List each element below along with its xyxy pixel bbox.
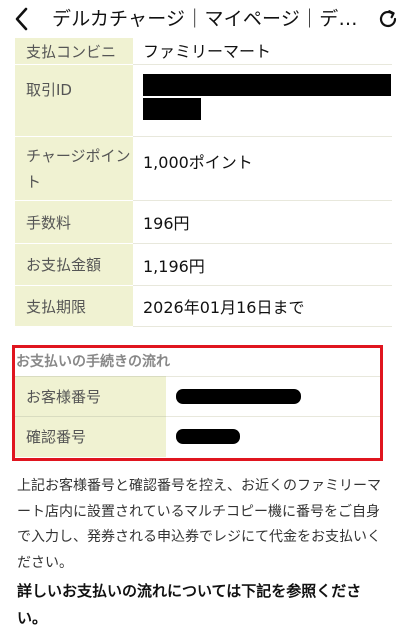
row-label: チャージポイント xyxy=(15,136,133,201)
confirmation-number-value xyxy=(166,416,380,457)
charge-details-table: 支払コンビニ ファミリーマート 取引ID チャージポイント 1,000ポイント … xyxy=(15,38,392,327)
row-label: 取引ID xyxy=(15,64,133,137)
table-row: 支払期限 2026年01月16日まで xyxy=(15,285,392,327)
row-label: お客様番号 xyxy=(15,376,166,417)
payment-flow-table: お客様番号 確認番号 xyxy=(15,376,380,457)
instruction-bold-text: 詳しいお支払いの流れについては下記を参照ください。 xyxy=(17,582,362,627)
table-row: 手数料 196円 xyxy=(15,200,392,244)
redaction-block xyxy=(176,389,301,404)
table-row: 支払コンビニ ファミリーマート xyxy=(15,38,392,65)
reload-icon xyxy=(379,10,397,28)
table-row: チャージポイント 1,000ポイント xyxy=(15,136,392,201)
back-button[interactable] xyxy=(8,4,34,34)
row-label: お支払金額 xyxy=(15,243,133,286)
redaction-block xyxy=(143,74,391,96)
table-row: お支払金額 1,196円 xyxy=(15,243,392,286)
customer-number-value xyxy=(166,376,380,417)
navigation-bar: デルカチャージ｜マイページ｜デ… xyxy=(0,0,409,38)
page-title: デルカチャージ｜マイページ｜デ… xyxy=(52,8,357,30)
row-value: ファミリーマート xyxy=(133,38,392,65)
table-row: 確認番号 xyxy=(15,416,380,457)
chevron-left-icon xyxy=(15,7,28,31)
table-row: 取引ID xyxy=(15,64,392,137)
transaction-id-value xyxy=(133,64,392,137)
row-value: 196円 xyxy=(133,200,392,244)
row-value: 2026年01月16日まで xyxy=(133,285,392,327)
redaction-block xyxy=(143,98,201,120)
row-label: 手数料 xyxy=(15,200,133,244)
row-label: 支払コンビニ xyxy=(15,38,133,65)
instruction-text: 上記お客様番号と確認番号を控え、お近くのファミリーマート店内に設置されているマル… xyxy=(17,478,381,571)
row-value: 1,000ポイント xyxy=(133,136,392,201)
redaction-block xyxy=(176,429,240,445)
row-value: 1,196円 xyxy=(133,243,392,286)
payment-flow-heading: お支払いの手続きの流れ xyxy=(16,354,170,370)
row-label: 支払期限 xyxy=(15,285,133,327)
reload-button[interactable] xyxy=(375,4,401,34)
row-label: 確認番号 xyxy=(15,416,166,457)
table-row: お客様番号 xyxy=(15,376,380,417)
